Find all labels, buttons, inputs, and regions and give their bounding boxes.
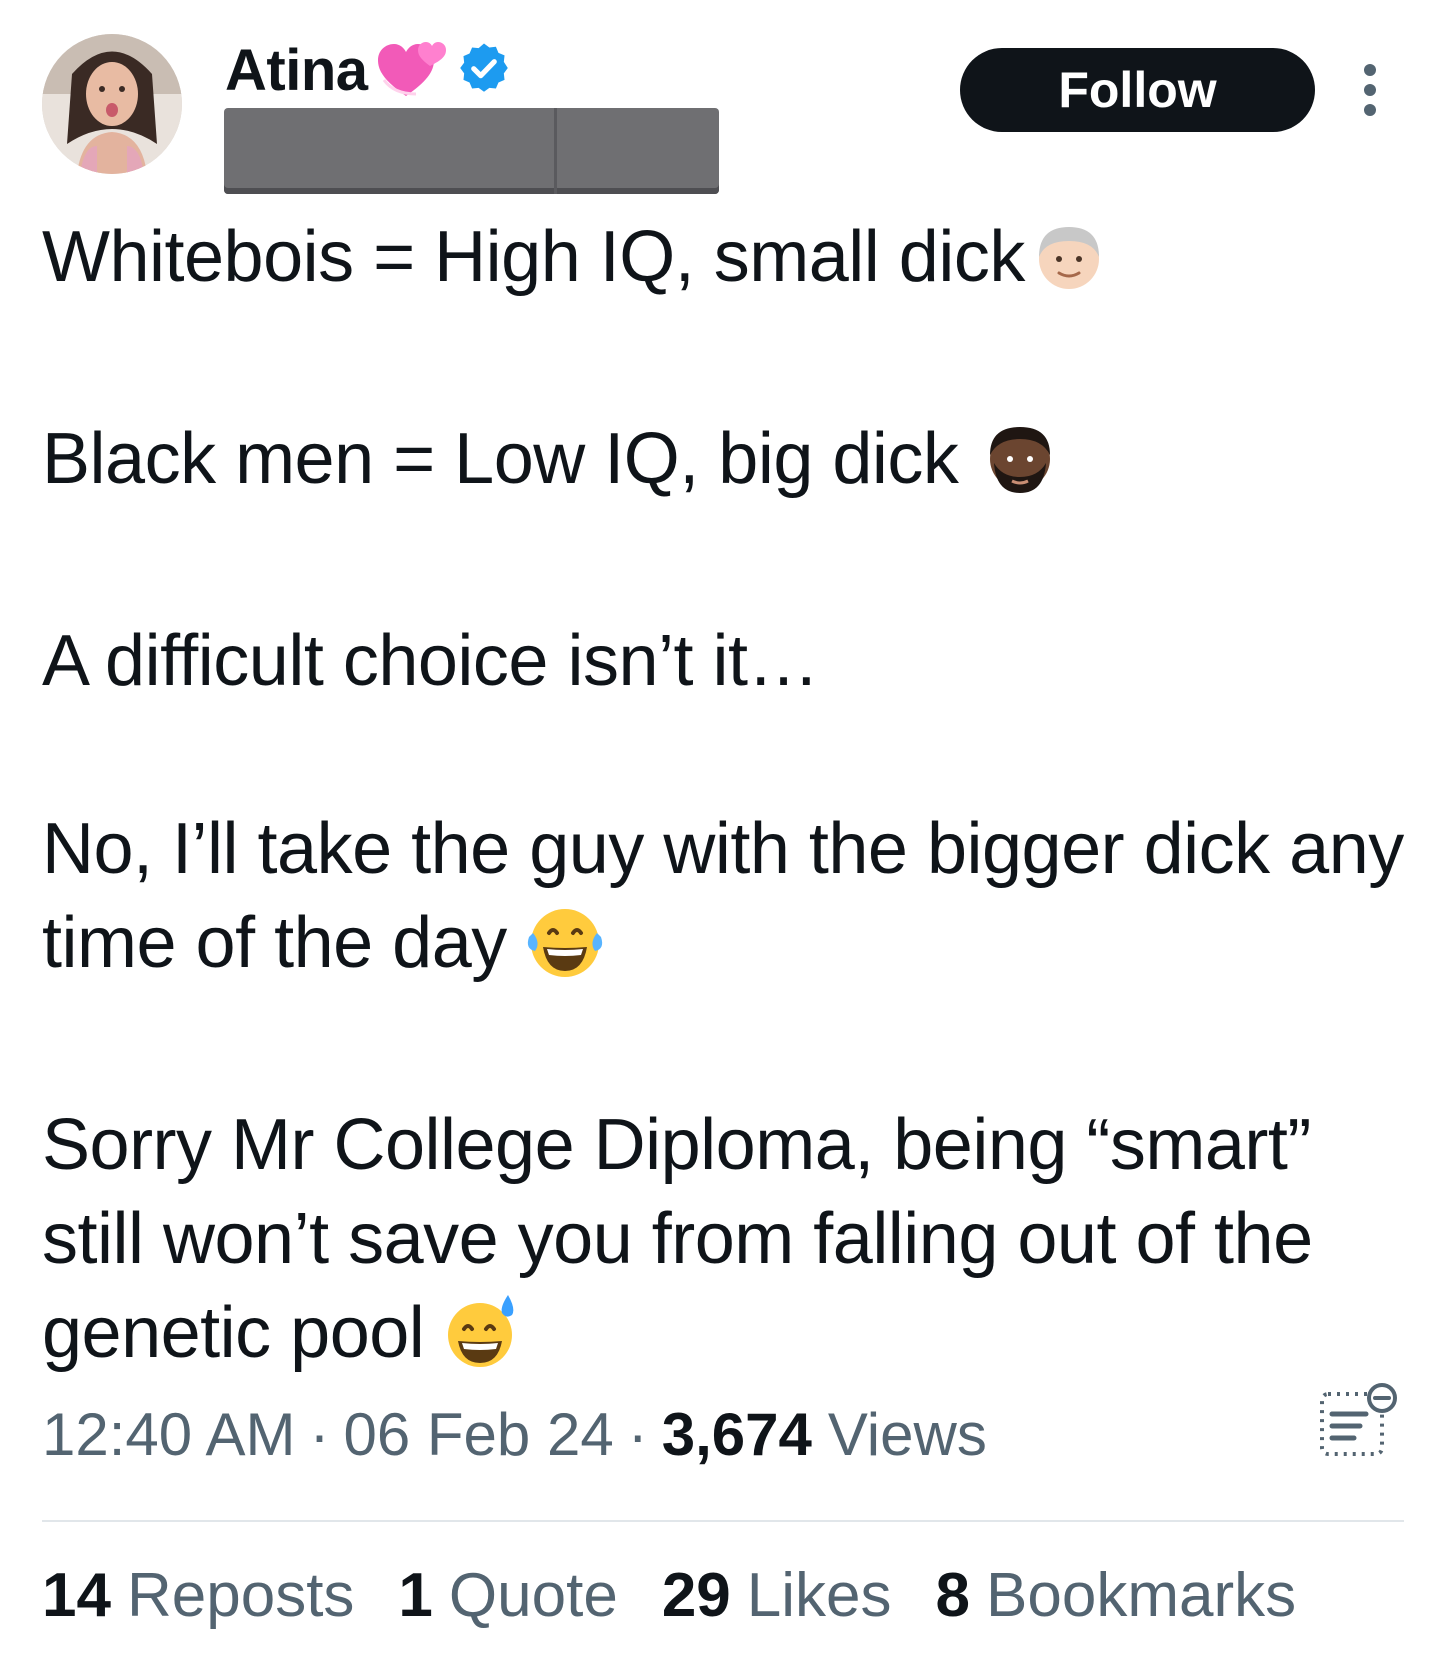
tweet-paragraph-text: Sorry Mr College Diploma, being “smart” … [42, 1105, 1313, 1373]
post-analytics-icon[interactable] [1318, 1380, 1400, 1462]
quotes-stat[interactable]: 1 Quote [398, 1560, 617, 1631]
more-dot [1364, 104, 1376, 116]
views-label: Views [827, 1401, 987, 1468]
bookmarks-stat[interactable]: 8 Bookmarks [936, 1560, 1297, 1631]
tweet-paragraph: A difficult choice isn’t it… [42, 621, 820, 701]
tweet-paragraph-text: Black men = Low IQ, big dick [42, 419, 959, 499]
display-name-row: Atina [225, 30, 512, 110]
reposts-count: 14 [42, 1561, 111, 1630]
display-name[interactable]: Atina [225, 37, 368, 104]
reposts-stat[interactable]: 14 Reposts [42, 1560, 354, 1631]
bearded-man-emoji-icon [982, 421, 1058, 520]
quotes-count: 1 [398, 1561, 433, 1630]
two-hearts-icon [376, 36, 448, 105]
follow-button[interactable]: Follow [960, 48, 1315, 132]
tweet-paragraph: Sorry Mr College Diploma, being “smart” … [42, 1098, 1412, 1394]
bookmarks-count: 8 [935, 1561, 971, 1630]
avatar-image [42, 34, 182, 174]
tweet-paragraph-text: No, I’ll take the guy with the bigger di… [42, 809, 1404, 983]
verified-badge-icon [456, 40, 512, 101]
more-dot [1364, 64, 1376, 76]
meta-separator: · [627, 1401, 648, 1468]
quotes-label: Quote [448, 1561, 618, 1630]
views-count: 3,674 [661, 1401, 812, 1468]
grinning-sweat-emoji-icon [442, 1291, 522, 1394]
tweet-text: Whitebois = High IQ, small dick Black me… [42, 210, 1412, 1394]
tweet-paragraph: Black men = Low IQ, big dick [42, 412, 1412, 520]
tweet-paragraph-text: Whitebois = High IQ, small dick [42, 217, 1025, 297]
more-dot [1364, 84, 1376, 96]
older-man-emoji-icon [1031, 219, 1107, 318]
tweet-time[interactable]: 12:40 AM [42, 1400, 296, 1469]
tears-of-joy-emoji-icon [523, 903, 607, 1004]
reposts-label: Reposts [126, 1561, 355, 1630]
likes-label: Likes [746, 1561, 892, 1630]
bookmarks-label: Bookmarks [986, 1561, 1297, 1630]
redacted-handle [224, 108, 719, 194]
tweet-date[interactable]: 06 Feb 24 [344, 1400, 614, 1469]
likes-count: 29 [661, 1561, 731, 1630]
tweet-meta: 12:40 AM · 06 Feb 24 · 3,674 Views [42, 1400, 987, 1469]
divider [42, 1520, 1404, 1522]
tweet-paragraph: Whitebois = High IQ, small dick [42, 210, 1412, 318]
avatar[interactable] [42, 34, 182, 174]
engagement-stats: 14 Reposts 1 Quote 29 Likes 8 Bookmarks [42, 1560, 1340, 1631]
tweet-paragraph: No, I’ll take the guy with the bigger di… [42, 802, 1412, 1004]
more-options-icon[interactable] [1358, 64, 1382, 116]
meta-separator: · [309, 1401, 330, 1468]
likes-stat[interactable]: 29 Likes [662, 1560, 892, 1631]
